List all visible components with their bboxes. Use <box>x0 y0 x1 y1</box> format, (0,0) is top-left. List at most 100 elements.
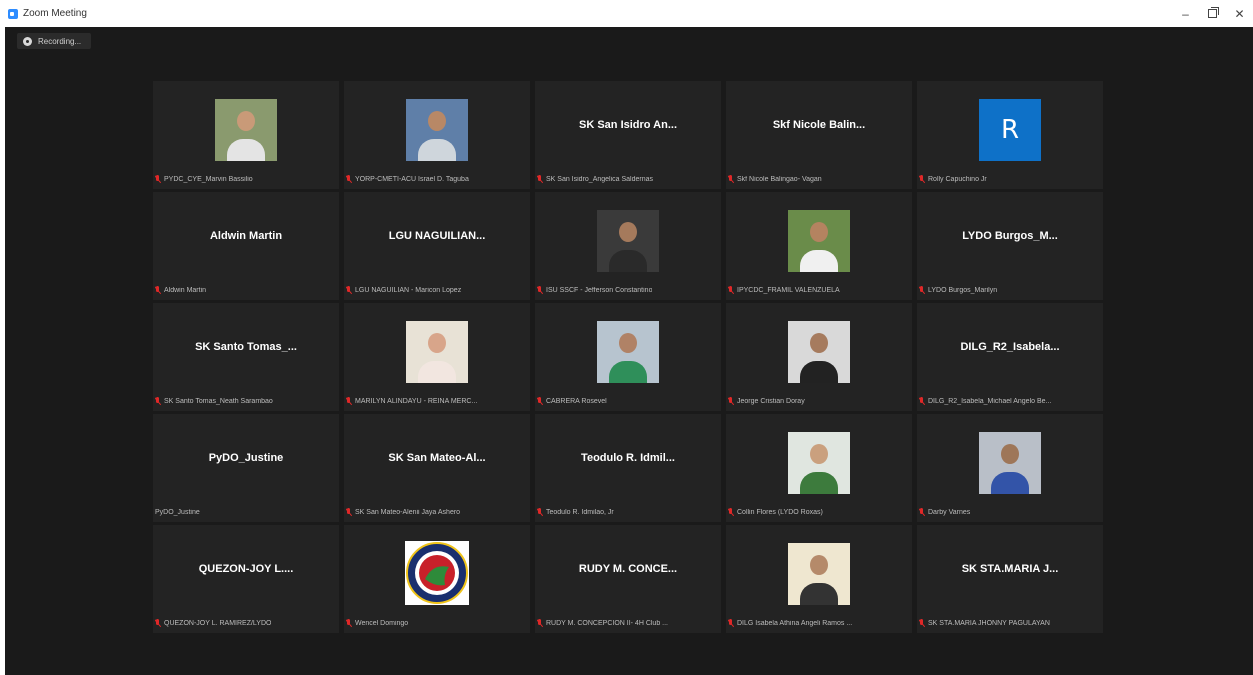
mic-muted-icon <box>919 175 925 183</box>
participant-avatar: R <box>979 99 1041 161</box>
participant-video <box>788 543 850 605</box>
participant-display-name: RUDY M. CONCE... <box>578 563 678 575</box>
participant-tile[interactable]: YORP-CMETI-ACU Israel D. Taguba <box>344 81 530 189</box>
participant-tile[interactable]: Jeorge Cristian Doray <box>726 303 912 411</box>
participant-nameplate: Collin Flores (LYDO Roxas) <box>728 506 823 518</box>
mic-muted-icon <box>346 175 352 183</box>
participant-tile[interactable]: Darby Varnes <box>917 414 1103 522</box>
mic-muted-icon <box>919 508 925 516</box>
participant-display-name: LYDO Burgos_M... <box>962 230 1058 242</box>
participant-name: Teodulo R. Idmilao, Jr <box>546 508 614 516</box>
participant-nameplate: DILG_R2_Isabela_Michael Angelo Be... <box>919 395 1051 407</box>
window-controls: – ✕ <box>1172 0 1253 27</box>
mic-muted-icon <box>346 397 352 405</box>
participant-name: DILG_R2_Isabela_Michael Angelo Be... <box>928 397 1052 405</box>
participant-display-name: Teodulo R. Idmil... <box>581 452 675 464</box>
participant-nameplate: YORP-CMETI-ACU Israel D. Taguba <box>346 173 469 185</box>
participant-tile[interactable]: MARILYN ALINDAYU - REINA MERC... <box>344 303 530 411</box>
participant-nameplate: Wencel Domingo <box>346 617 408 629</box>
participant-name: PyDO_Justine <box>155 508 200 516</box>
zoom-app-icon <box>8 8 18 19</box>
minimize-button[interactable]: – <box>1172 0 1199 27</box>
participant-nameplate: Teodulo R. Idmilao, Jr <box>537 506 614 518</box>
mic-muted-icon <box>728 286 734 294</box>
participant-name: YORP-CMETI-ACU Israel D. Taguba <box>355 175 469 183</box>
participant-display-name: QUEZON-JOY L.... <box>198 563 294 575</box>
participant-video <box>597 210 659 272</box>
mic-muted-icon <box>919 397 925 405</box>
participant-name: Darby Varnes <box>928 508 971 516</box>
participant-tile[interactable]: IPYCDC_FRAMIL VALENZUELA <box>726 192 912 300</box>
participant-display-name: SK STA.MARIA J... <box>961 563 1059 575</box>
organization-seal-icon <box>405 541 469 605</box>
participant-tile[interactable]: SK San Mateo-Al... SK San Mateo-Alenii Ja… <box>344 414 530 522</box>
participant-name: SK STA.MARIA JHONNY PAGULAYAN <box>928 619 1050 627</box>
participant-nameplate: CABRERA Rosevel <box>537 395 607 407</box>
participant-nameplate: Rolly Capuchino Jr <box>919 173 987 185</box>
mic-muted-icon <box>537 397 543 405</box>
recording-indicator[interactable]: Recording... <box>17 33 92 49</box>
participant-nameplate: LYDO Burgos_Marilyn <box>919 284 997 296</box>
participant-nameplate: QUEZON-JOY L. RAMIREZ/LYDO <box>155 617 271 629</box>
participant-tile[interactable]: RUDY M. CONCE... RUDY M. CONCEPCION II- 4… <box>535 525 721 633</box>
participant-tile[interactable]: PYDC_CYE_Marvin Bassilio <box>153 81 339 189</box>
participant-tile[interactable]: SK Santo Tomas_... SK Santo Tomas_Neath S… <box>153 303 339 411</box>
restore-button[interactable] <box>1199 0 1226 27</box>
participant-nameplate: Skf Nicole Balingao- Vagan <box>728 173 822 185</box>
participant-name: Skf Nicole Balingao- Vagan <box>737 175 822 183</box>
participant-name: QUEZON-JOY L. RAMIREZ/LYDO <box>164 619 272 627</box>
mic-muted-icon <box>728 508 734 516</box>
participant-tile[interactable]: LGU NAGUILIAN... LGU NAGUILIAN - Maricon … <box>344 192 530 300</box>
participant-name: ISU SSCF - Jefferson Constantino <box>546 286 653 294</box>
participant-tile[interactable]: PyDO_Justine PyDO_Justine <box>153 414 339 522</box>
participant-display-name: SK San Mateo-Al... <box>388 452 486 464</box>
participant-tile[interactable]: R Rolly Capuchino Jr <box>917 81 1103 189</box>
participant-tile[interactable]: SK STA.MARIA J... SK STA.MARIA JHONNY PAG… <box>917 525 1103 633</box>
participant-tile[interactable]: ISU SSCF - Jefferson Constantino <box>535 192 721 300</box>
mic-muted-icon <box>155 619 161 627</box>
participant-nameplate: MARILYN ALINDAYU - REINA MERC... <box>346 395 477 407</box>
participant-tile[interactable]: SK San Isidro An... SK San Isidro_Angelic… <box>535 81 721 189</box>
participant-name: DILG Isabela Athina Angeli Ramos ... <box>737 619 853 627</box>
participant-name: SK San Mateo-Alenii Jaya Ashero <box>355 508 461 516</box>
participant-tile[interactable]: LYDO Burgos_M... LYDO Burgos_Marilyn <box>917 192 1103 300</box>
participant-tile[interactable]: Teodulo R. Idmil... Teodulo R. Idmilao, J… <box>535 414 721 522</box>
participant-display-name: LGU NAGUILIAN... <box>388 230 486 242</box>
participant-tile[interactable]: QUEZON-JOY L.... QUEZON-JOY L. RAMIREZ/LY… <box>153 525 339 633</box>
participant-name: CABRERA Rosevel <box>546 397 607 405</box>
participant-tile[interactable]: CABRERA Rosevel <box>535 303 721 411</box>
mic-muted-icon <box>346 508 352 516</box>
participant-video <box>979 432 1041 494</box>
participant-nameplate: IPYCDC_FRAMIL VALENZUELA <box>728 284 840 296</box>
participant-tile[interactable]: Wencel Domingo <box>344 525 530 633</box>
mic-muted-icon <box>346 619 352 627</box>
participant-tile[interactable]: Skf Nicole Balin... Skf Nicole Balingao- … <box>726 81 912 189</box>
participant-nameplate: Jeorge Cristian Doray <box>728 395 805 407</box>
participant-name: LGU NAGUILIAN - Maricon Lopez <box>355 286 462 294</box>
participant-display-name: Aldwin Martin <box>209 230 283 242</box>
participant-nameplate: SK San Isidro_Angelica Saldernas <box>537 173 653 185</box>
mic-muted-icon <box>728 175 734 183</box>
participant-display-name: SK Santo Tomas_... <box>195 341 297 353</box>
gallery-grid: PYDC_CYE_Marvin Bassilio YORP-CMETI-ACU I… <box>153 81 1103 633</box>
participant-tile[interactable]: Aldwin Martin Aldwin Martin <box>153 192 339 300</box>
participant-video <box>215 99 277 161</box>
mic-muted-icon <box>919 286 925 294</box>
mic-muted-icon <box>155 175 161 183</box>
mic-muted-icon <box>919 619 925 627</box>
participant-display-name: DILG_R2_Isabela... <box>960 341 1060 353</box>
participant-name: Jeorge Cristian Doray <box>737 397 805 405</box>
participant-name: Wencel Domingo <box>355 619 409 627</box>
participant-tile[interactable]: DILG_R2_Isabela... DILG_R2_Isabela_Michae… <box>917 303 1103 411</box>
mic-muted-icon <box>728 397 734 405</box>
participant-nameplate: DILG Isabela Athina Angeli Ramos ... <box>728 617 852 629</box>
participant-tile[interactable]: Collin Flores (LYDO Roxas) <box>726 414 912 522</box>
participant-display-name: Skf Nicole Balin... <box>772 119 866 131</box>
participant-tile[interactable]: DILG Isabela Athina Angeli Ramos ... <box>726 525 912 633</box>
participant-video <box>597 321 659 383</box>
close-button[interactable]: ✕ <box>1226 0 1253 27</box>
title-bar: Zoom Meeting – ✕ <box>0 0 1253 27</box>
window-title: Zoom Meeting <box>23 8 87 19</box>
mic-muted-icon <box>346 286 352 294</box>
participant-nameplate: Darby Varnes <box>919 506 970 518</box>
